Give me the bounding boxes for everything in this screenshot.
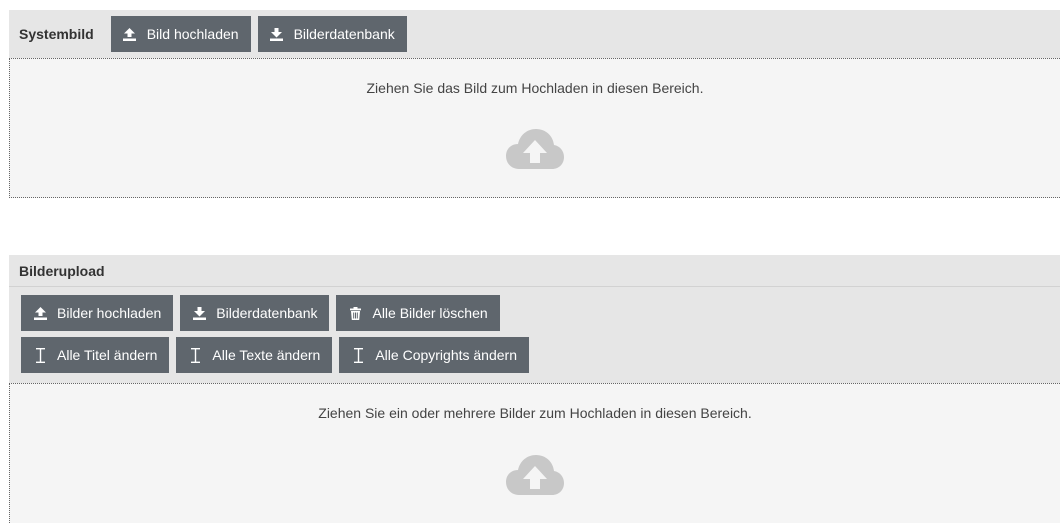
- alle-copyrights-aendern-button[interactable]: Alle Copyrights ändern: [339, 337, 529, 373]
- bilderupload-section: Bilderupload Bilder hochladen Bilderdate…: [9, 255, 1060, 523]
- text-cursor-icon: [33, 347, 47, 363]
- cloud-upload-icon: [505, 127, 565, 176]
- systembild-dropzone[interactable]: Ziehen Sie das Bild zum Hochladen in die…: [9, 58, 1060, 198]
- bilderdatenbank-button[interactable]: Bilderdatenbank: [257, 16, 407, 52]
- upload-icon: [123, 26, 137, 42]
- alle-texte-aendern-button[interactable]: Alle Texte ändern: [176, 337, 333, 373]
- bilderdatenbank-button[interactable]: Bilderdatenbank: [180, 295, 330, 331]
- systembild-header: Systembild Bild hochladen Bilderdatenban…: [9, 10, 1060, 58]
- download-icon: [192, 305, 206, 321]
- trash-icon: [348, 305, 362, 321]
- bilderupload-dropzone[interactable]: Ziehen Sie ein oder mehrere Bilder zum H…: [9, 383, 1060, 523]
- bilder-hochladen-button[interactable]: Bilder hochladen: [21, 295, 174, 331]
- bilderdatenbank-label: Bilderdatenbank: [216, 305, 318, 321]
- systembild-section: Systembild Bild hochladen Bilderdatenban…: [9, 10, 1060, 198]
- bilderupload-header: Bilderupload: [9, 255, 1060, 287]
- bilderdatenbank-label: Bilderdatenbank: [293, 26, 395, 42]
- systembild-title: Systembild: [19, 26, 94, 42]
- text-cursor-icon: [188, 347, 202, 363]
- alle-titel-aendern-label: Alle Titel ändern: [57, 347, 158, 363]
- alle-titel-aendern-button[interactable]: Alle Titel ändern: [21, 337, 170, 373]
- alle-bilder-loeschen-label: Alle Bilder löschen: [372, 305, 488, 321]
- alle-texte-aendern-label: Alle Texte ändern: [212, 347, 321, 363]
- systembild-drop-text: Ziehen Sie das Bild zum Hochladen in die…: [366, 80, 704, 96]
- text-cursor-icon: [351, 347, 365, 363]
- toolbar-row-1: Bilder hochladen Bilderdatenbank Alle Bi…: [21, 295, 1060, 331]
- alle-copyrights-aendern-label: Alle Copyrights ändern: [375, 347, 517, 363]
- bilderupload-toolbar: Bilder hochladen Bilderdatenbank Alle Bi…: [9, 287, 1060, 383]
- bilder-hochladen-label: Bilder hochladen: [57, 305, 162, 321]
- download-icon: [270, 26, 284, 42]
- bilderupload-drop-text: Ziehen Sie ein oder mehrere Bilder zum H…: [318, 405, 752, 421]
- alle-bilder-loeschen-button[interactable]: Alle Bilder löschen: [336, 295, 500, 331]
- bild-hochladen-label: Bild hochladen: [146, 26, 239, 42]
- cloud-upload-icon: [505, 453, 565, 502]
- upload-icon: [33, 305, 47, 321]
- bild-hochladen-button[interactable]: Bild hochladen: [110, 16, 251, 52]
- toolbar-row-2: Alle Titel ändern Alle Texte ändern Alle…: [21, 337, 1060, 373]
- bilderupload-title: Bilderupload: [19, 262, 105, 279]
